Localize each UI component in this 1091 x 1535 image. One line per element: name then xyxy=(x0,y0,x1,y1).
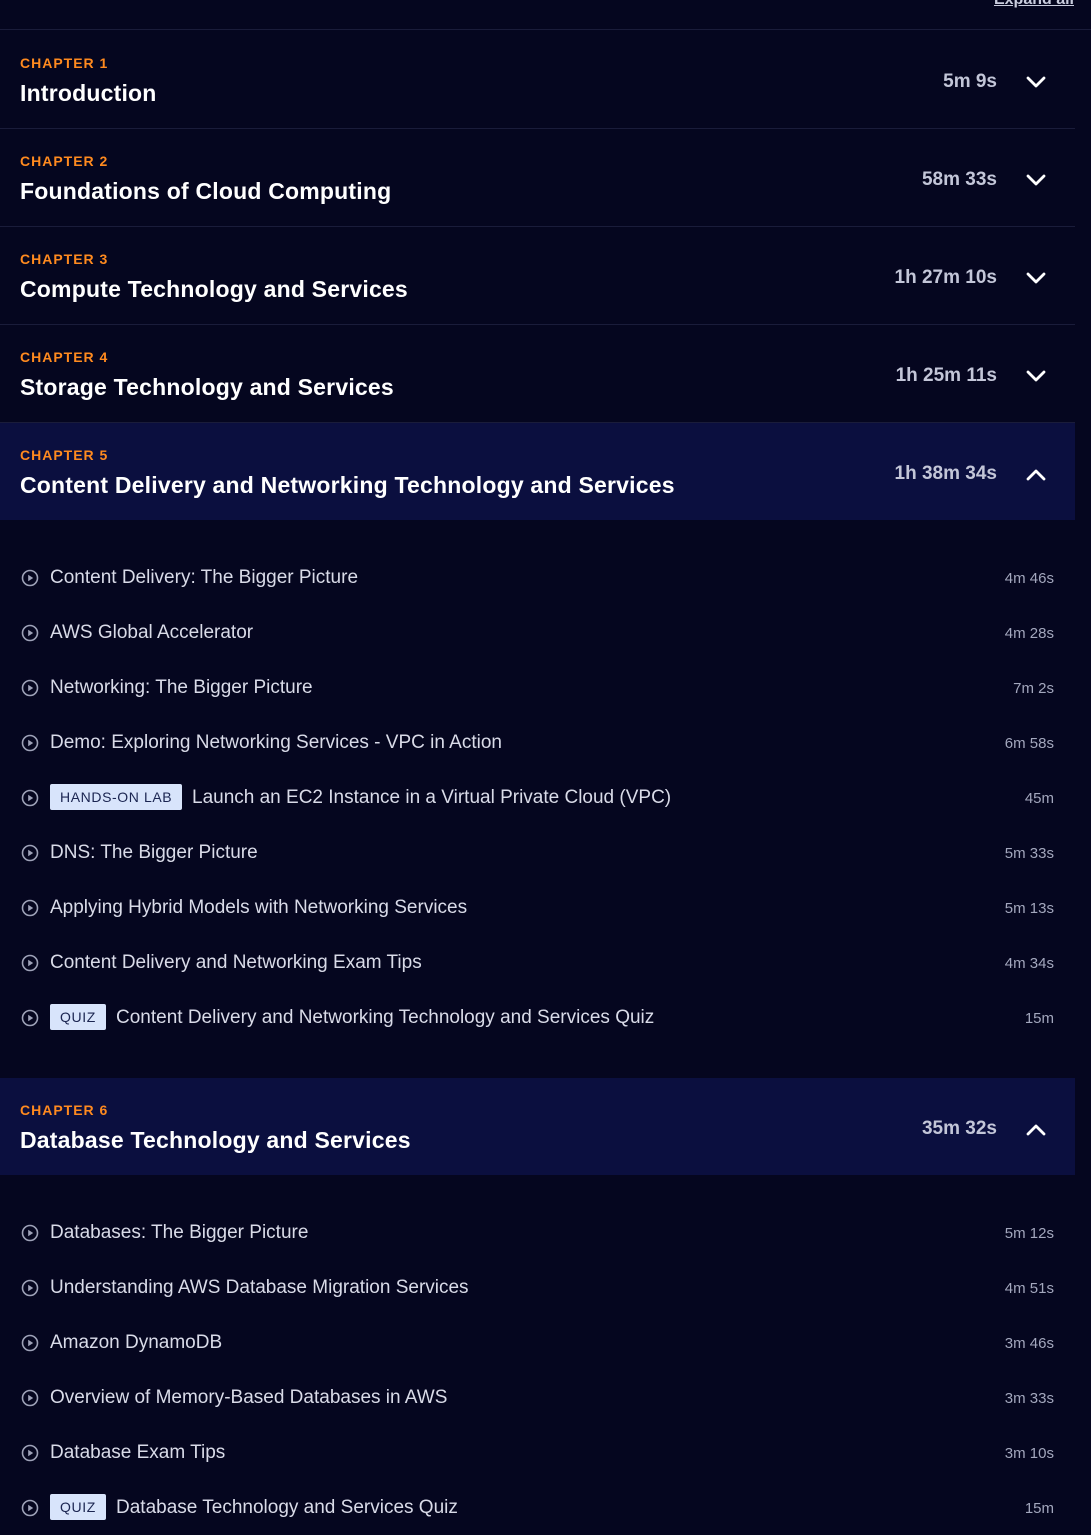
lesson-item[interactable]: Database Exam Tips 3m 10s xyxy=(0,1433,1075,1473)
lesson-duration: 5m 13s xyxy=(1004,900,1054,917)
lesson-duration: 45m xyxy=(1024,790,1054,807)
lesson-duration: 5m 12s xyxy=(1004,1225,1054,1242)
lesson-title[interactable]: Database Exam Tips xyxy=(50,1442,225,1464)
chevron-down-icon[interactable] xyxy=(1025,169,1047,191)
chevron-up-icon[interactable] xyxy=(1025,1118,1047,1140)
lesson-item[interactable]: Overview of Memory-Based Databases in AW… xyxy=(0,1378,1075,1418)
chevron-down-icon[interactable] xyxy=(1025,365,1047,387)
chapter-header-6[interactable]: CHAPTER 6 Database Technology and Service… xyxy=(0,1078,1075,1175)
lesson-title[interactable]: Database Technology and Services Quiz xyxy=(116,1497,458,1519)
chapter-number: CHAPTER 5 xyxy=(20,447,109,463)
chapter-duration: 35m 32s xyxy=(921,1118,997,1139)
lesson-duration: 5m 33s xyxy=(1004,845,1054,862)
lesson-title[interactable]: DNS: The Bigger Picture xyxy=(50,842,258,864)
lesson-title[interactable]: Overview of Memory-Based Databases in AW… xyxy=(50,1387,447,1409)
chapter-header-2[interactable]: CHAPTER 2 Foundations of Cloud Computing 5… xyxy=(0,129,1075,227)
play-circle-icon[interactable] xyxy=(21,844,39,862)
play-circle-icon[interactable] xyxy=(21,1389,39,1407)
lesson-duration: 6m 58s xyxy=(1004,735,1054,752)
lesson-item[interactable]: Content Delivery: The Bigger Picture 4m 4… xyxy=(0,558,1075,598)
play-circle-icon[interactable] xyxy=(21,1279,39,1297)
outline-top-bar: Expand all xyxy=(0,0,1091,30)
lesson-item[interactable]: Applying Hybrid Models with Networking S… xyxy=(0,888,1075,928)
chapter-title: Foundations of Cloud Computing xyxy=(20,178,392,204)
lesson-item[interactable]: AWS Global Accelerator 4m 28s xyxy=(0,613,1075,653)
chevron-down-icon[interactable] xyxy=(1025,71,1047,93)
lesson-duration: 15m xyxy=(1024,1010,1054,1027)
lesson-item[interactable]: Content Delivery and Networking Exam Tip… xyxy=(0,943,1075,983)
lesson-duration: 4m 46s xyxy=(1004,570,1054,587)
lesson-duration: 7m 2s xyxy=(1013,680,1054,697)
play-circle-icon[interactable] xyxy=(21,1009,39,1027)
lesson-item[interactable]: HANDS-ON LAB Launch an EC2 Instance in a … xyxy=(0,778,1075,818)
lesson-item[interactable]: Amazon DynamoDB 3m 46s xyxy=(0,1323,1075,1363)
chapter-number: CHAPTER 4 xyxy=(20,349,109,365)
chevron-up-icon[interactable] xyxy=(1025,463,1047,485)
chapter-header-1[interactable]: CHAPTER 1 Introduction 5m 9s xyxy=(0,31,1075,129)
lesson-duration: 4m 34s xyxy=(1004,955,1054,972)
lesson-item[interactable]: Networking: The Bigger Picture 7m 2s xyxy=(0,668,1075,708)
chevron-down-icon[interactable] xyxy=(1025,267,1047,289)
chapter-title: Introduction xyxy=(20,80,157,106)
chapter-title: Content Delivery and Networking Technolo… xyxy=(20,472,675,498)
play-circle-icon[interactable] xyxy=(21,1224,39,1242)
chapter-title: Compute Technology and Services xyxy=(20,276,408,302)
lesson-item[interactable]: Demo: Exploring Networking Services - VP… xyxy=(0,723,1075,763)
play-circle-icon[interactable] xyxy=(21,789,39,807)
chapter-duration: 1h 38m 34s xyxy=(894,463,997,484)
lesson-item[interactable]: Understanding AWS Database Migration Ser… xyxy=(0,1268,1075,1308)
lesson-duration: 4m 51s xyxy=(1004,1280,1054,1297)
play-circle-icon[interactable] xyxy=(21,734,39,752)
lesson-title[interactable]: Amazon DynamoDB xyxy=(50,1332,222,1354)
play-circle-icon[interactable] xyxy=(21,624,39,642)
lesson-duration: 4m 28s xyxy=(1004,625,1054,642)
lesson-title[interactable]: AWS Global Accelerator xyxy=(50,622,253,644)
chapter-number: CHAPTER 3 xyxy=(20,251,109,267)
lesson-item[interactable]: QUIZ Content Delivery and Networking Tech… xyxy=(0,998,1075,1038)
lesson-title[interactable]: Content Delivery: The Bigger Picture xyxy=(50,567,358,589)
lesson-duration: 15m xyxy=(1024,1500,1054,1517)
play-circle-icon[interactable] xyxy=(21,899,39,917)
lesson-duration: 3m 10s xyxy=(1004,1445,1054,1462)
lesson-title[interactable]: Databases: The Bigger Picture xyxy=(50,1222,308,1244)
lesson-item[interactable]: DNS: The Bigger Picture 5m 33s xyxy=(0,833,1075,873)
lesson-title[interactable]: Networking: The Bigger Picture xyxy=(50,677,313,699)
lesson-item[interactable]: QUIZ Database Technology and Services Qui… xyxy=(0,1488,1075,1528)
chapter-number: CHAPTER 1 xyxy=(20,55,109,71)
lesson-list-chapter-6: Databases: The Bigger Picture 5m 12s Under… xyxy=(0,1175,1075,1535)
play-circle-icon[interactable] xyxy=(21,1334,39,1352)
chapter-header-5[interactable]: CHAPTER 5 Content Delivery and Networking… xyxy=(0,423,1075,520)
chapter-duration: 1h 25m 11s xyxy=(895,365,997,386)
chapter-header-4[interactable]: CHAPTER 4 Storage Technology and Services… xyxy=(0,325,1075,423)
lesson-title[interactable]: Content Delivery and Networking Exam Tip… xyxy=(50,952,422,974)
lesson-title[interactable]: Launch an EC2 Instance in a Virtual Priv… xyxy=(192,787,671,809)
course-outline: Expand all CHAPTER 1Introduction5m 9sCHA… xyxy=(0,0,1091,1535)
expand-all-link[interactable]: Expand all xyxy=(994,0,1074,9)
chapter-number: CHAPTER 6 xyxy=(20,1102,109,1118)
chapter-duration: 5m 9s xyxy=(943,71,997,92)
chapter-header-3[interactable]: CHAPTER 3 Compute Technology and Services… xyxy=(0,227,1075,325)
play-circle-icon[interactable] xyxy=(21,1499,39,1517)
quiz-badge: QUIZ xyxy=(50,1004,106,1030)
quiz-badge: QUIZ xyxy=(50,1494,106,1520)
chapter-duration: 1h 27m 10s xyxy=(894,267,997,288)
lesson-item[interactable]: Databases: The Bigger Picture 5m 12s xyxy=(0,1213,1075,1253)
play-circle-icon[interactable] xyxy=(21,954,39,972)
lesson-duration: 3m 46s xyxy=(1004,1335,1054,1352)
play-circle-icon[interactable] xyxy=(21,1444,39,1462)
lesson-duration: 3m 33s xyxy=(1004,1390,1054,1407)
play-circle-icon[interactable] xyxy=(21,569,39,587)
lesson-title[interactable]: Understanding AWS Database Migration Ser… xyxy=(50,1277,469,1299)
chapter-title: Database Technology and Services xyxy=(20,1127,411,1153)
chapter-number: CHAPTER 2 xyxy=(20,153,109,169)
lesson-title[interactable]: Applying Hybrid Models with Networking S… xyxy=(50,897,467,919)
lesson-title[interactable]: Demo: Exploring Networking Services - VP… xyxy=(50,732,502,754)
chapter-duration: 58m 33s xyxy=(921,169,997,190)
hands-on-lab-badge: HANDS-ON LAB xyxy=(50,784,183,810)
lesson-title[interactable]: Content Delivery and Networking Technolo… xyxy=(116,1007,654,1029)
play-circle-icon[interactable] xyxy=(21,679,39,697)
chapter-title: Storage Technology and Services xyxy=(20,374,394,400)
lesson-list-chapter-5: Content Delivery: The Bigger Picture 4m 4… xyxy=(0,520,1075,1078)
